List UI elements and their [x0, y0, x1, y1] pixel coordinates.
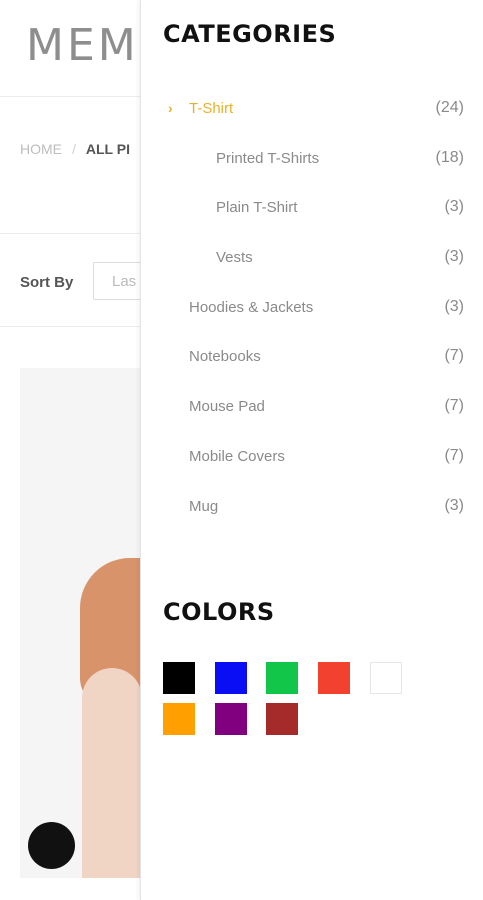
category-item-plain-t-shirt[interactable]: Plain T-Shirt (3)	[141, 192, 483, 222]
breadcrumb-home[interactable]: HOME	[20, 141, 62, 157]
category-label: Vests	[216, 248, 253, 266]
colors-title: COLORS	[163, 598, 275, 626]
color-swatch-black[interactable]	[163, 662, 195, 694]
category-count: (3)	[444, 198, 464, 215]
category-item-t-shirt[interactable]: › T-Shirt (24)	[141, 93, 483, 123]
divider	[0, 326, 140, 327]
category-label: Notebooks	[189, 347, 261, 365]
category-item-printed-t-shirts[interactable]: Printed T-Shirts (18)	[141, 143, 483, 173]
category-label: Mobile Covers	[189, 447, 285, 465]
product-image[interactable]	[20, 368, 145, 878]
product-arm-shape	[82, 668, 142, 878]
category-count: (3)	[444, 497, 464, 514]
category-label: T-Shirt	[189, 99, 234, 117]
category-item-mouse-pad[interactable]: Mouse Pad (7)	[141, 391, 483, 421]
category-label: Mouse Pad	[189, 397, 265, 415]
divider	[0, 233, 140, 234]
category-count: (7)	[444, 347, 464, 364]
category-item-hoodies-jackets[interactable]: Hoodies & Jackets (3)	[141, 292, 483, 322]
color-swatch-brown[interactable]	[266, 703, 298, 735]
header-divider	[0, 96, 140, 97]
chat-button[interactable]	[28, 822, 75, 869]
category-item-mug[interactable]: Mug (3)	[141, 491, 483, 521]
categories-title: CATEGORIES	[163, 20, 337, 48]
category-item-mobile-covers[interactable]: Mobile Covers (7)	[141, 441, 483, 471]
chevron-right-icon: ›	[168, 100, 173, 116]
category-count: (18)	[435, 149, 464, 166]
color-swatch-white[interactable]	[370, 662, 402, 694]
breadcrumb-current: ALL PI	[85, 141, 130, 157]
color-swatch-purple[interactable]	[215, 703, 247, 735]
sort-by-label: Sort By	[20, 274, 74, 291]
site-logo[interactable]: MEM	[26, 20, 139, 71]
category-label: Hoodies & Jackets	[189, 298, 314, 316]
category-count: (7)	[444, 397, 464, 414]
color-swatch-blue[interactable]	[215, 662, 247, 694]
category-count: (24)	[435, 99, 464, 116]
category-label: Plain T-Shirt	[216, 198, 298, 216]
breadcrumb: HOME / ALL PI	[20, 141, 130, 157]
category-label: Printed T-Shirts	[216, 149, 320, 167]
breadcrumb-separator: /	[72, 141, 76, 157]
color-swatch-orange[interactable]	[163, 703, 195, 735]
color-swatch-green[interactable]	[266, 662, 298, 694]
category-item-vests[interactable]: Vests (3)	[141, 242, 483, 272]
category-count: (3)	[444, 298, 464, 315]
category-count: (7)	[444, 447, 464, 464]
category-label: Mug	[189, 497, 219, 515]
category-item-notebooks[interactable]: Notebooks (7)	[141, 341, 483, 371]
color-swatch-red[interactable]	[318, 662, 350, 694]
filter-drawer: CATEGORIES › T-Shirt (24) Printed T-Shir…	[140, 0, 483, 900]
category-count: (3)	[444, 248, 464, 265]
